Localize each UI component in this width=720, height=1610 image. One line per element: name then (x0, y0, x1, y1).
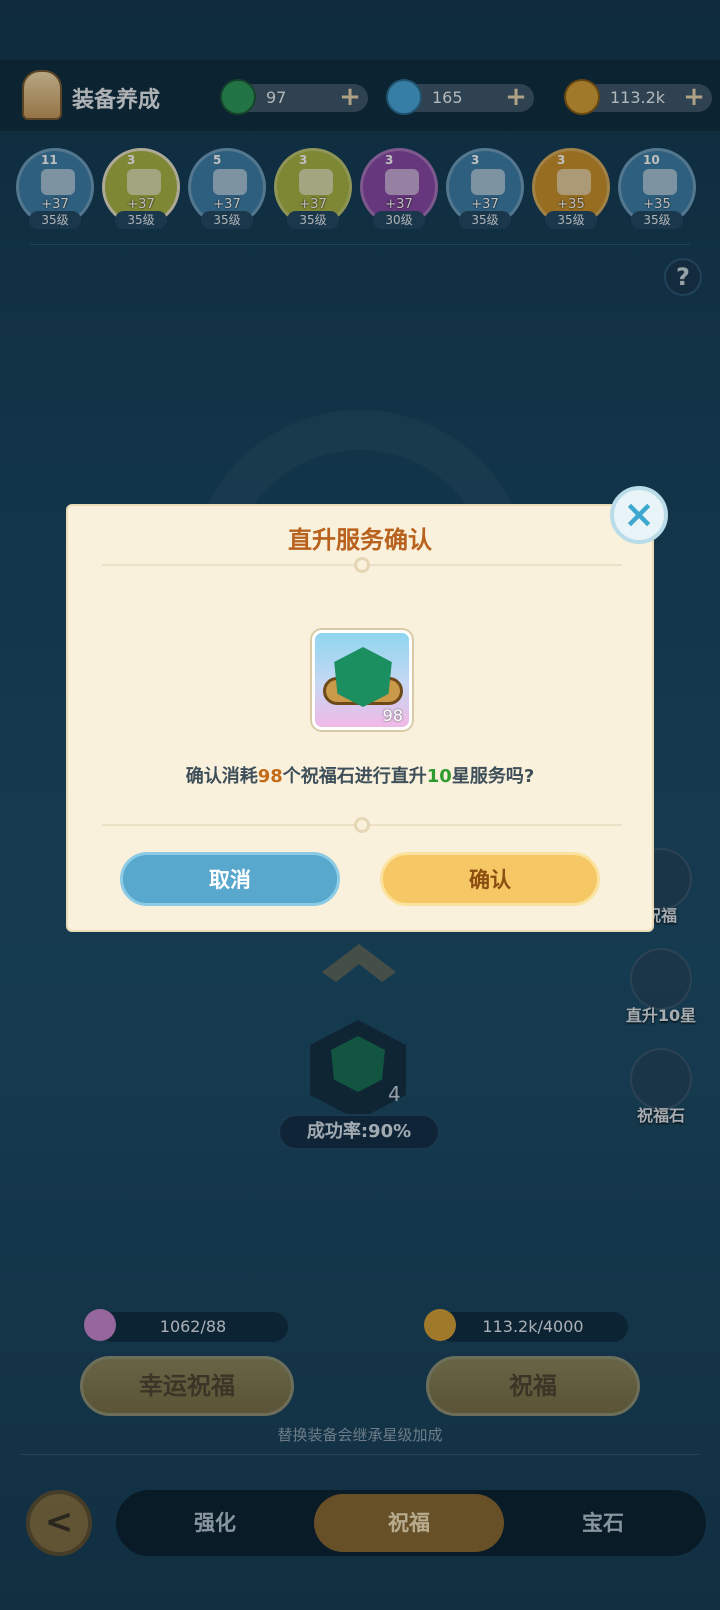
confirm-button[interactable]: 确认 (380, 852, 600, 906)
confirm-message: 确认消耗98个祝福石进行直升10星服务吗? (68, 762, 652, 788)
close-icon[interactable]: × (610, 486, 668, 544)
text-suffix: 星服务吗? (451, 766, 535, 787)
text-middle: 个祝福石进行直升 (282, 766, 427, 787)
divider (102, 817, 622, 833)
text-prefix: 确认消耗 (185, 766, 258, 787)
divider (102, 557, 622, 573)
dialog-title: 直升服务确认 (288, 526, 432, 554)
item-count: 98 (382, 706, 403, 725)
cancel-button[interactable]: 取消 (120, 852, 340, 906)
confirm-dialog: 直升服务确认 98 确认消耗98个祝福石进行直升10星服务吗? 取消 确认 (66, 504, 654, 932)
bless-stone-item: 98 (312, 630, 412, 730)
star-target: 10 (426, 766, 452, 787)
stone-amount: 98 (257, 766, 283, 787)
